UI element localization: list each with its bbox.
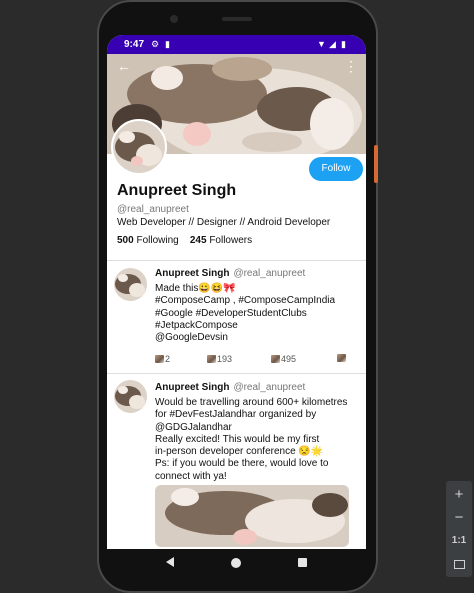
- status-time: 9:47: [124, 39, 145, 50]
- nav-home-icon[interactable]: [231, 558, 241, 568]
- followers-label[interactable]: Followers: [209, 235, 252, 246]
- like-icon: [271, 355, 280, 363]
- settings-icon: ⚙: [151, 39, 160, 49]
- kitten-media-image: [155, 485, 349, 547]
- zoom-out-button[interactable]: −: [446, 507, 472, 529]
- share-icon: [337, 354, 346, 362]
- tweet-author-name: Anupreet Singh: [155, 268, 230, 279]
- profile-stats: 500 Following 245 Followers: [117, 235, 252, 246]
- retweet-count: 193: [217, 354, 233, 364]
- tweet-line[interactable]: #ComposeCamp , #ComposeCampIndia: [155, 295, 360, 307]
- actual-size-button[interactable]: 1:1: [446, 530, 472, 552]
- profile-avatar[interactable]: [111, 119, 167, 175]
- profile-name: Anupreet Singh: [117, 182, 237, 199]
- wifi-icon: ▼: [317, 39, 326, 49]
- reply-count: 2: [165, 354, 171, 364]
- retweet-action[interactable]: 193: [207, 354, 232, 364]
- fit-screen-button[interactable]: [446, 553, 472, 575]
- app-screen: 9:47 ⚙ ▮ ▼ ◢ ▮ ← ⋮ Follow Anupreet Singh…: [107, 35, 366, 549]
- tweet-line: Made this😀😆🎀: [155, 283, 236, 294]
- tweet-line[interactable]: #Google #DeveloperStudentClubs: [155, 308, 360, 320]
- tweet-avatar[interactable]: [114, 268, 147, 301]
- tweet-line: in-person developer conference 😒🌟: [155, 446, 324, 458]
- tweet-line[interactable]: @GoogleDevsin: [155, 332, 360, 344]
- arrow-back-icon[interactable]: ←: [117, 58, 131, 74]
- profile-divider: [107, 260, 366, 261]
- tweet-author-name: Anupreet Singh: [155, 382, 230, 393]
- tweet-actions: 2 193 495: [155, 354, 360, 366]
- tweet-line[interactable]: #JetpackCompose: [155, 320, 360, 332]
- tweet-media-image[interactable]: [155, 485, 349, 547]
- fit-screen-icon: [453, 559, 465, 569]
- nav-back-icon[interactable]: [166, 557, 174, 567]
- profile-bio: Web Developer // Designer // Android Dev…: [117, 217, 331, 228]
- more-vert-icon[interactable]: ⋮: [344, 58, 358, 75]
- tweet-line[interactable]: @GDGJalandhar: [155, 422, 360, 434]
- following-count[interactable]: 500: [117, 235, 134, 246]
- front-camera: [170, 15, 178, 23]
- emulator-zoom-panel: + − 1:1: [446, 481, 472, 577]
- tweet-author-handle: @real_anupreet: [233, 268, 306, 279]
- tweet-divider: [107, 373, 366, 374]
- power-button[interactable]: [374, 145, 378, 183]
- follow-button[interactable]: Follow: [309, 157, 363, 181]
- retweet-icon: [207, 355, 216, 363]
- tweet-line: Would be travelling around 600+ kilometr…: [155, 397, 348, 408]
- tweet-text: Made this😀😆🎀 #ComposeCamp , #ComposeCamp…: [155, 283, 360, 344]
- signal-icon: ◢: [329, 39, 336, 49]
- battery-icon: ▮: [341, 39, 346, 49]
- tweet-author-handle: @real_anupreet: [233, 382, 306, 393]
- tweet-header: Anupreet Singh @real_anupreet: [155, 382, 305, 393]
- tweet-line: for #DevFestJalandhar organized by: [155, 409, 317, 421]
- status-bar: 9:47 ⚙ ▮ ▼ ◢ ▮: [107, 35, 366, 54]
- sim-icon: ▮: [165, 39, 170, 49]
- like-action[interactable]: 495: [271, 354, 296, 364]
- reply-action[interactable]: 2: [155, 354, 170, 364]
- tweet-text: Would be travelling around 600+ kilometr…: [155, 397, 360, 483]
- nav-recents-icon[interactable]: [298, 558, 307, 567]
- tweet-avatar[interactable]: [114, 380, 147, 413]
- avatar-kitten-image: [113, 121, 165, 173]
- following-label[interactable]: Following: [136, 235, 178, 246]
- earpiece-speaker: [222, 17, 252, 21]
- profile-handle: @real_anupreet: [117, 204, 189, 215]
- tweet-line: connect with ya!: [155, 470, 227, 482]
- tweet-header: Anupreet Singh @real_anupreet: [155, 268, 305, 279]
- share-action[interactable]: [337, 354, 347, 362]
- tweet-avatar-image: [114, 268, 147, 301]
- reply-icon: [155, 355, 164, 363]
- zoom-in-button[interactable]: +: [446, 484, 472, 506]
- tweet-avatar-image: [114, 380, 147, 413]
- tweet-line: Ps: if you would be there, would love to: [155, 458, 329, 470]
- like-count: 495: [281, 354, 297, 364]
- tweet-line: Really excited! This would be my first: [155, 433, 320, 445]
- followers-count[interactable]: 245: [190, 235, 207, 246]
